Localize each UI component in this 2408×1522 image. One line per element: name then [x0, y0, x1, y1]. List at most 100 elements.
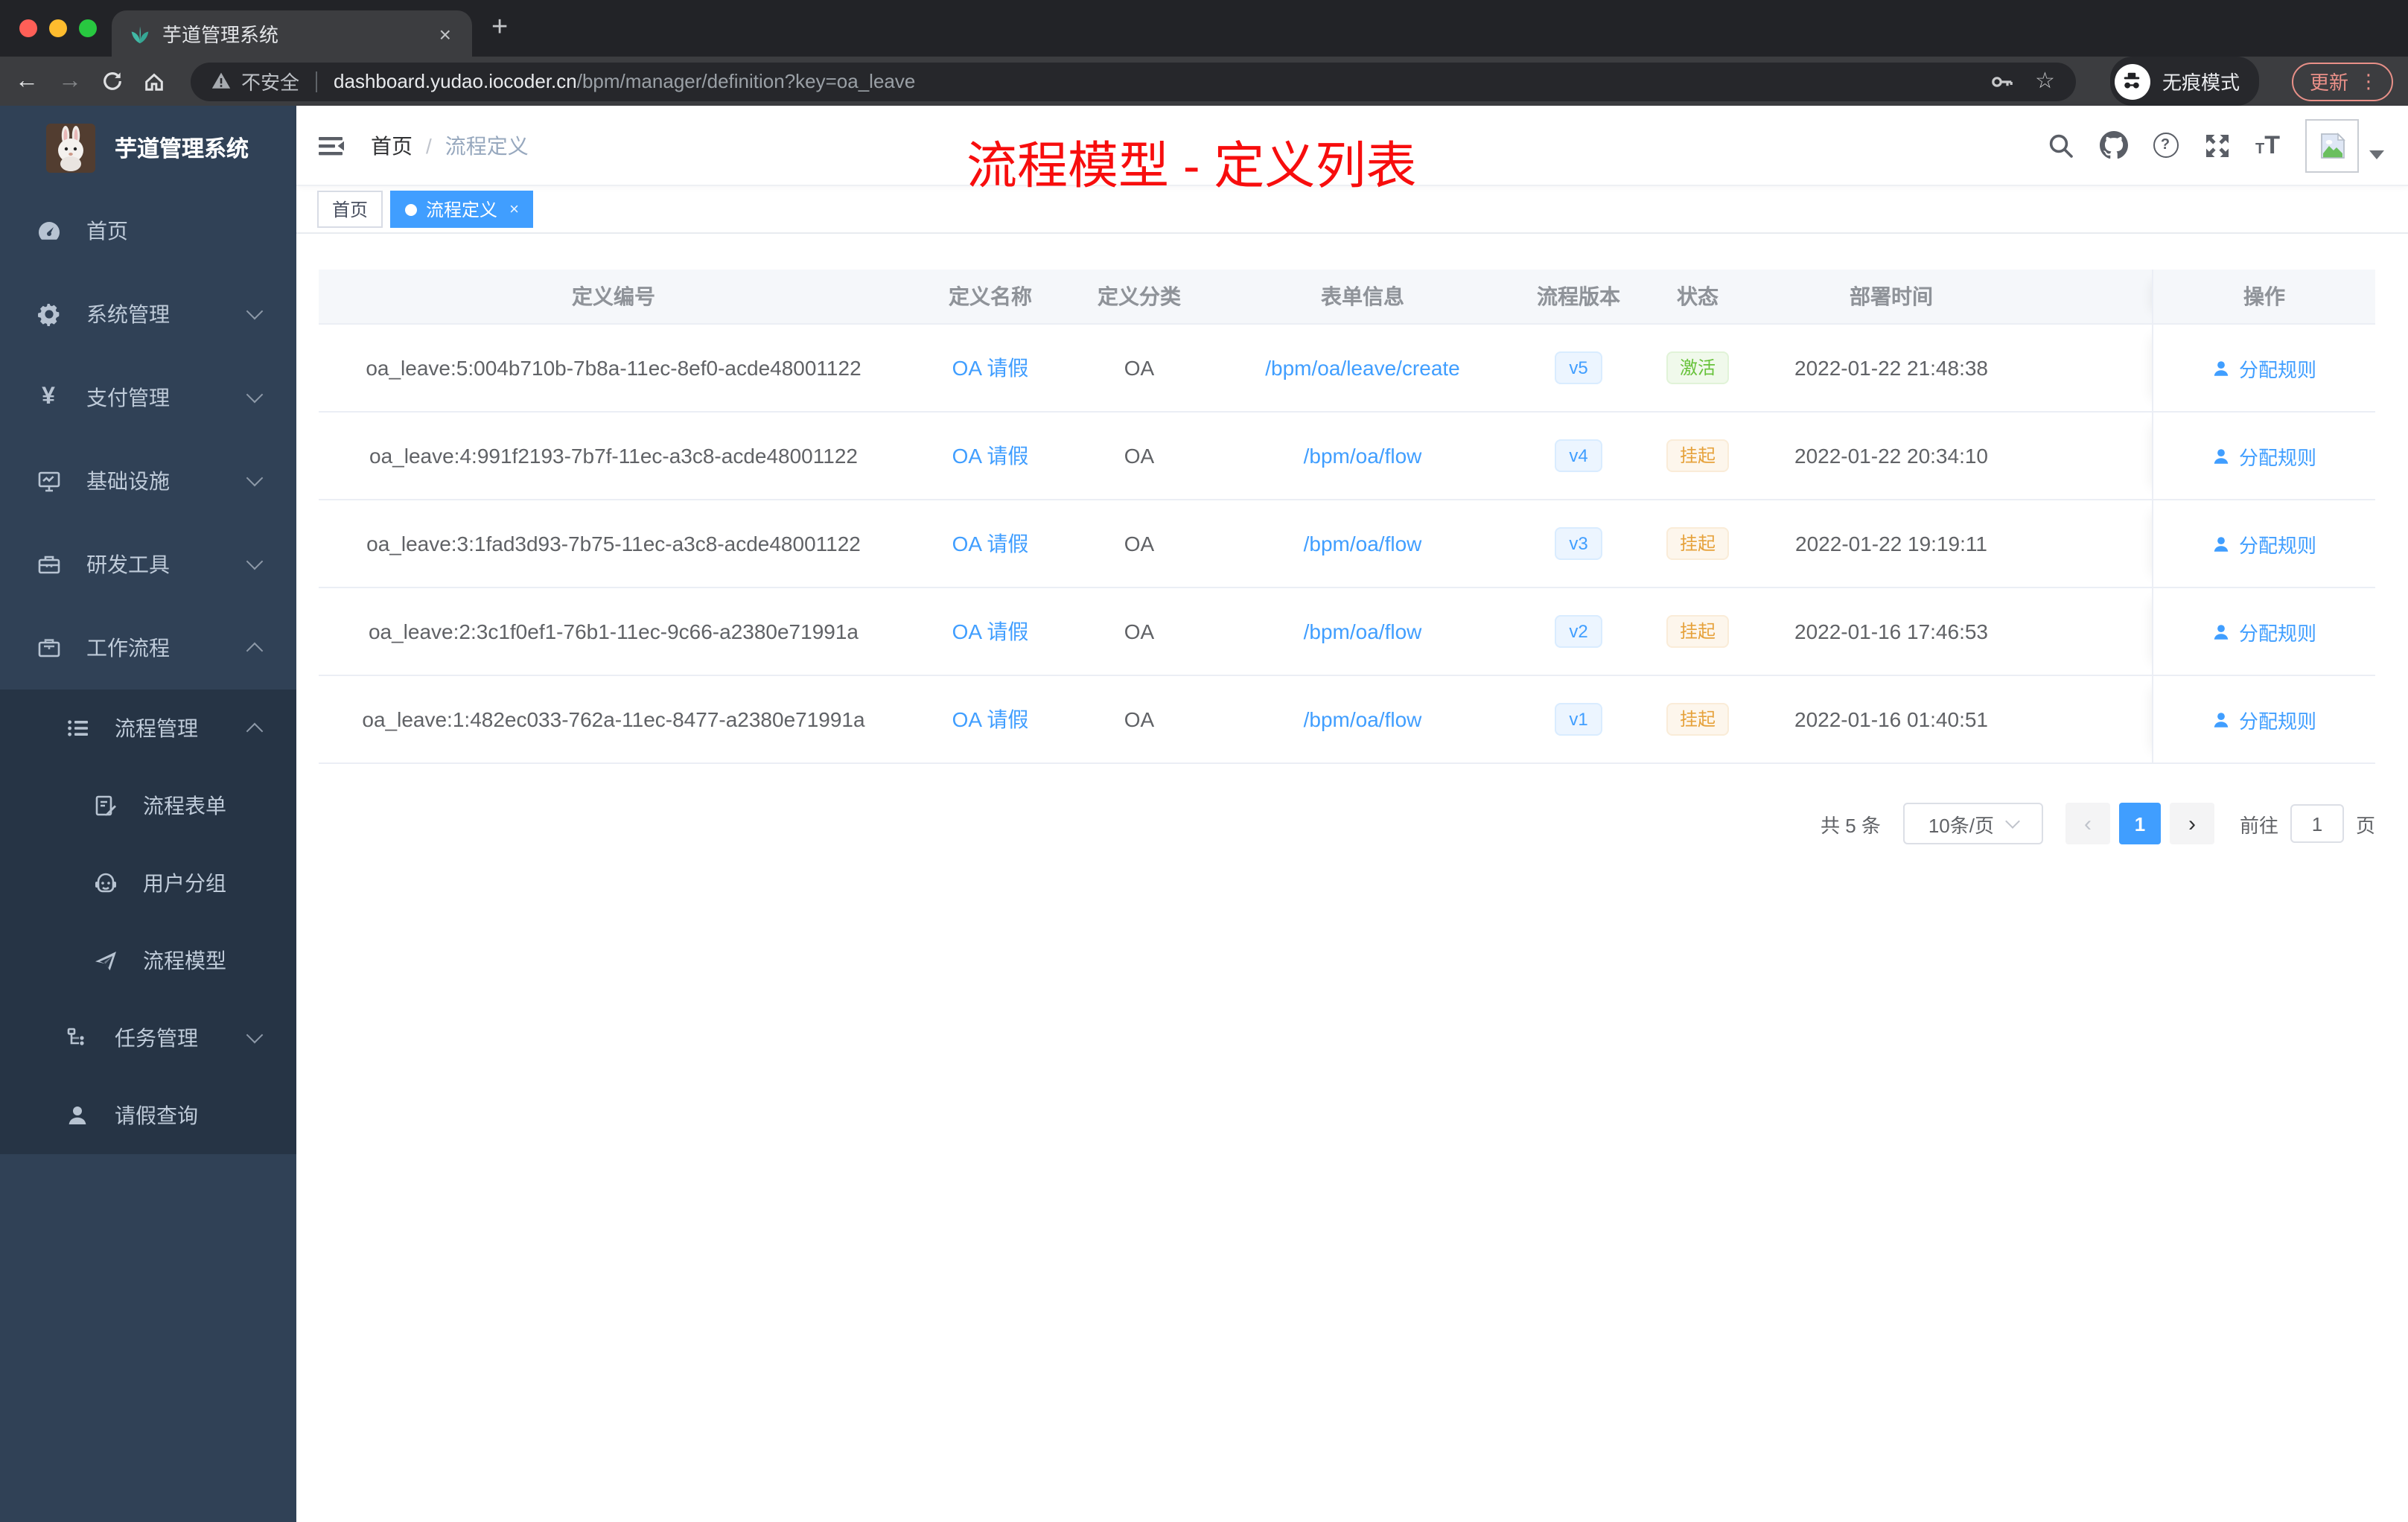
back-button[interactable]: ← — [15, 69, 39, 93]
caret-down-icon[interactable] — [2369, 150, 2384, 159]
sidebar-item-devtools[interactable]: 研发工具 — [0, 523, 296, 606]
tag-process-definition[interactable]: 流程定义 × — [390, 191, 534, 228]
form-icon — [92, 794, 118, 818]
definition-id: oa_leave:3:1fad3d93-7b75-11ec-a3c8-acde4… — [366, 532, 861, 555]
pagination: 共 5 条 10条/页 ‹ 1 › 前往 页 — [319, 803, 2375, 844]
search-icon[interactable] — [2047, 132, 2074, 159]
robot-face-icon — [92, 871, 118, 895]
sidebar-item-payment[interactable]: ¥ 支付管理 — [0, 356, 296, 439]
status-badge: 挂起 — [1666, 526, 1729, 561]
user-icon — [2214, 536, 2229, 551]
breadcrumb-home[interactable]: 首页 — [371, 130, 413, 160]
page-size-select[interactable]: 10条/页 — [1902, 803, 2043, 844]
sidebar-item-infra[interactable]: 基础设施 — [0, 439, 296, 523]
definition-category: OA — [1124, 444, 1155, 468]
tag-home[interactable]: 首页 — [317, 191, 383, 228]
assign-rule-button[interactable]: 分配规则 — [2212, 705, 2316, 733]
version-badge: v4 — [1554, 439, 1603, 473]
zoom-window-button[interactable] — [79, 19, 97, 37]
home-button[interactable] — [143, 70, 165, 92]
form-link[interactable]: /bpm/oa/flow — [1304, 620, 1422, 643]
bookmark-star-icon[interactable]: ☆ — [2035, 70, 2055, 92]
browser-tab[interactable]: 芋道管理系统 × — [112, 10, 472, 57]
sidebar-item-workflow[interactable]: 工作流程 — [0, 606, 296, 690]
form-link[interactable]: /bpm/oa/flow — [1304, 444, 1422, 468]
sidebar-item-process-model[interactable]: 流程模型 — [0, 922, 296, 999]
goto-page-input[interactable] — [2290, 804, 2344, 843]
next-page-button[interactable]: › — [2169, 803, 2214, 844]
reload-button[interactable] — [101, 70, 124, 92]
definition-id: oa_leave:2:3c1f0ef1-76b1-11ec-9c66-a2380… — [368, 620, 859, 643]
sidebar-item-label: 工作流程 — [86, 636, 170, 660]
assign-rule-button[interactable]: 分配规则 — [2212, 617, 2316, 646]
new-tab-button[interactable]: + — [491, 12, 508, 45]
url-path: /bpm/manager/definition?key=oa_leave — [576, 70, 916, 92]
tag-label: 首页 — [332, 200, 369, 220]
annotation-title: 流程模型 - 定义列表 — [966, 138, 1417, 195]
definition-name-link[interactable]: OA 请假 — [952, 532, 1029, 555]
definition-id: oa_leave:1:482ec033-762a-11ec-8477-a2380… — [362, 707, 865, 731]
chevron-down-icon — [246, 553, 264, 570]
prev-page-button[interactable]: ‹ — [2065, 803, 2110, 844]
sidebar-item-label: 系统管理 — [86, 302, 170, 326]
page-unit-label: 页 — [2355, 814, 2375, 836]
deploy-time: 2022-01-16 17:46:53 — [1794, 620, 1988, 643]
form-link[interactable]: /bpm/oa/flow — [1304, 707, 1422, 731]
key-icon[interactable] — [1989, 69, 2013, 93]
address-bar[interactable]: 不安全 dashboard.yudao.iocoder.cn/bpm/manag… — [191, 62, 2076, 101]
monitor-icon — [36, 469, 61, 493]
definition-category: OA — [1124, 532, 1155, 555]
sidebar-item-process-mgmt[interactable]: 流程管理 — [0, 690, 296, 767]
app-title: 芋道管理系统 — [115, 136, 249, 162]
page-number-1[interactable]: 1 — [2118, 803, 2161, 844]
definition-name-link[interactable]: OA 请假 — [952, 444, 1029, 468]
tab-close-icon[interactable]: × — [436, 22, 454, 45]
sidebar-item-system[interactable]: 系统管理 — [0, 273, 296, 356]
user-menu[interactable] — [2305, 118, 2384, 173]
col-deploy-time: 部署时间 — [1850, 284, 1933, 308]
sidebar-item-home[interactable]: 首页 — [0, 189, 296, 273]
definition-name-link[interactable]: OA 请假 — [952, 707, 1029, 731]
browser-update-button[interactable]: 更新 ⋮ — [2291, 62, 2393, 101]
sidebar-submenu-workflow: 流程管理 流程表单 用户分组 流程模型 任务管理 请假查询 — [0, 690, 296, 1154]
table-row: oa_leave:5:004b710b-7b8a-11ec-8ef0-acde4… — [319, 325, 2375, 413]
assign-rule-button[interactable]: 分配规则 — [2212, 354, 2316, 382]
tag-close-icon[interactable]: × — [509, 200, 519, 218]
sidebar-item-label: 流程管理 — [115, 716, 198, 740]
status-badge: 激活 — [1666, 351, 1729, 385]
hamburger-icon[interactable] — [316, 130, 345, 160]
assign-rule-button[interactable]: 分配规则 — [2212, 442, 2316, 470]
paper-plane-icon — [92, 949, 118, 972]
form-link[interactable]: /bpm/oa/leave/create — [1265, 356, 1460, 380]
forward-button[interactable]: → — [58, 69, 82, 93]
definition-name-link[interactable]: OA 请假 — [952, 356, 1029, 380]
definition-name-link[interactable]: OA 请假 — [952, 620, 1029, 643]
user-icon — [2214, 448, 2229, 463]
sidebar-item-process-form[interactable]: 流程表单 — [0, 767, 296, 844]
sidebar: 芋道管理系统 首页 系统管理 ¥ 支付管理 基础设施 研发工具 工作流程 流程管… — [0, 106, 296, 1522]
table-header-row: 定义编号 定义名称 定义分类 表单信息 流程版本 状态 部署时间 操作 — [319, 270, 2375, 325]
sidebar-item-task-mgmt[interactable]: 任务管理 — [0, 999, 296, 1077]
browser-menu-icon[interactable]: ⋮ — [2359, 69, 2378, 93]
sidebar-item-label: 流程模型 — [143, 949, 226, 972]
form-link[interactable]: /bpm/oa/flow — [1304, 532, 1422, 555]
assign-rule-button[interactable]: 分配规则 — [2212, 529, 2316, 558]
sidebar-item-label: 请假查询 — [115, 1104, 198, 1127]
font-size-icon[interactable]: TT — [2255, 130, 2280, 160]
chevron-down-icon — [246, 1026, 264, 1044]
fullscreen-icon[interactable] — [2203, 132, 2230, 159]
help-icon[interactable]: ? — [2153, 133, 2178, 158]
github-icon[interactable] — [2099, 131, 2127, 159]
close-window-button[interactable] — [19, 19, 37, 37]
update-label: 更新 — [2309, 71, 2348, 94]
version-badge: v2 — [1554, 614, 1603, 649]
avatar[interactable] — [2305, 119, 2359, 173]
sidebar-item-user-group[interactable]: 用户分组 — [0, 844, 296, 922]
col-form-info: 表单信息 — [1321, 284, 1404, 308]
not-secure-label[interactable]: 不安全 — [241, 67, 299, 95]
minimize-window-button[interactable] — [49, 19, 67, 37]
window-controls[interactable] — [19, 19, 97, 37]
sidebar-item-leave-query[interactable]: 请假查询 — [0, 1077, 296, 1154]
sidebar-item-label: 首页 — [86, 219, 128, 243]
deploy-time: 2022-01-22 20:34:10 — [1794, 444, 1988, 468]
